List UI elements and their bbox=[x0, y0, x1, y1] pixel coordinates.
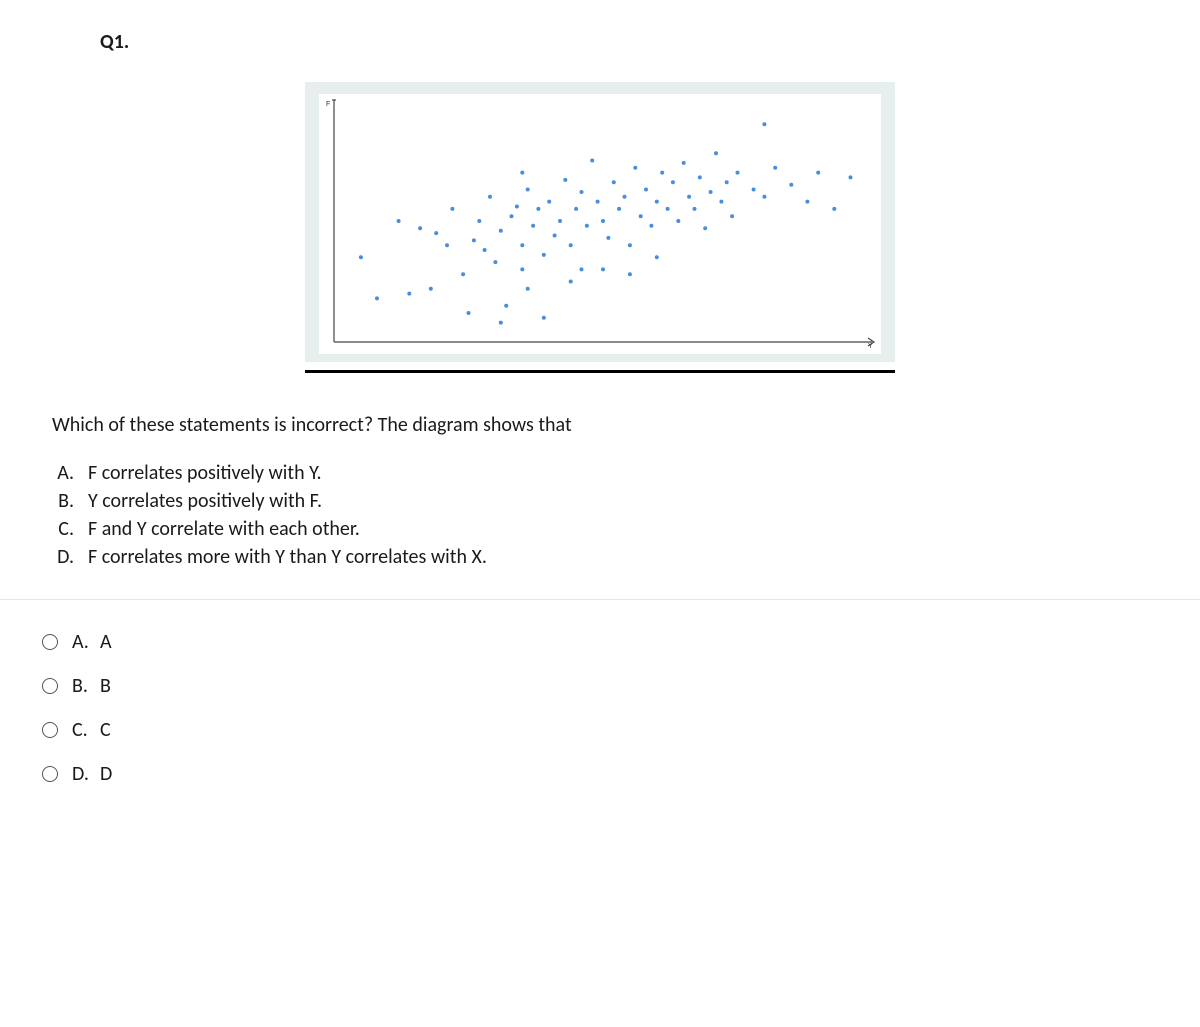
option-text: A bbox=[100, 630, 112, 654]
option-label: A. bbox=[72, 630, 100, 654]
option-label: D. bbox=[72, 762, 100, 786]
answer-options: A. A B. B C. C D. D bbox=[42, 630, 1160, 786]
statement-label: D. bbox=[40, 545, 74, 569]
question-prompt: Which of these statements is incorrect? … bbox=[52, 413, 1160, 437]
scatter-plot-svg: F Y bbox=[319, 94, 881, 354]
statement-a: A. F correlates positively with Y. bbox=[40, 461, 1160, 485]
statement-label: B. bbox=[40, 489, 74, 513]
option-c[interactable]: C. C bbox=[42, 718, 1160, 742]
statement-text: F correlates positively with Y. bbox=[88, 461, 322, 485]
radio-icon[interactable] bbox=[42, 678, 58, 694]
option-a[interactable]: A. A bbox=[42, 630, 1160, 654]
divider bbox=[0, 599, 1200, 600]
option-text: D bbox=[100, 762, 112, 786]
statement-text: F correlates more with Y than Y correlat… bbox=[88, 545, 487, 569]
y-axis-label: F bbox=[326, 101, 330, 108]
option-label: C. bbox=[72, 718, 100, 742]
radio-icon[interactable] bbox=[42, 634, 58, 650]
radio-icon[interactable] bbox=[42, 722, 58, 738]
statement-list: A. F correlates positively with Y. B. Y … bbox=[40, 461, 1160, 569]
option-d[interactable]: D. D bbox=[42, 762, 1160, 786]
option-b[interactable]: B. B bbox=[42, 674, 1160, 698]
option-label: B. bbox=[72, 674, 100, 698]
statement-text: Y correlates positively with F. bbox=[88, 489, 322, 513]
question-number: Q1. bbox=[100, 30, 1160, 54]
chart-underline bbox=[305, 370, 895, 373]
statement-label: C. bbox=[40, 517, 74, 541]
option-text: C bbox=[100, 718, 111, 742]
statement-label: A. bbox=[40, 461, 74, 485]
statement-d: D. F correlates more with Y than Y corre… bbox=[40, 545, 1160, 569]
radio-icon[interactable] bbox=[42, 766, 58, 782]
statement-b: B. Y correlates positively with F. bbox=[40, 489, 1160, 513]
option-text: B bbox=[100, 674, 111, 698]
scatter-chart: F Y bbox=[305, 82, 895, 362]
statement-text: F and Y correlate with each other. bbox=[88, 517, 360, 541]
question-page: Q1. F Y Which of these statements is inc… bbox=[0, 0, 1200, 846]
statement-c: C. F and Y correlate with each other. bbox=[40, 517, 1160, 541]
